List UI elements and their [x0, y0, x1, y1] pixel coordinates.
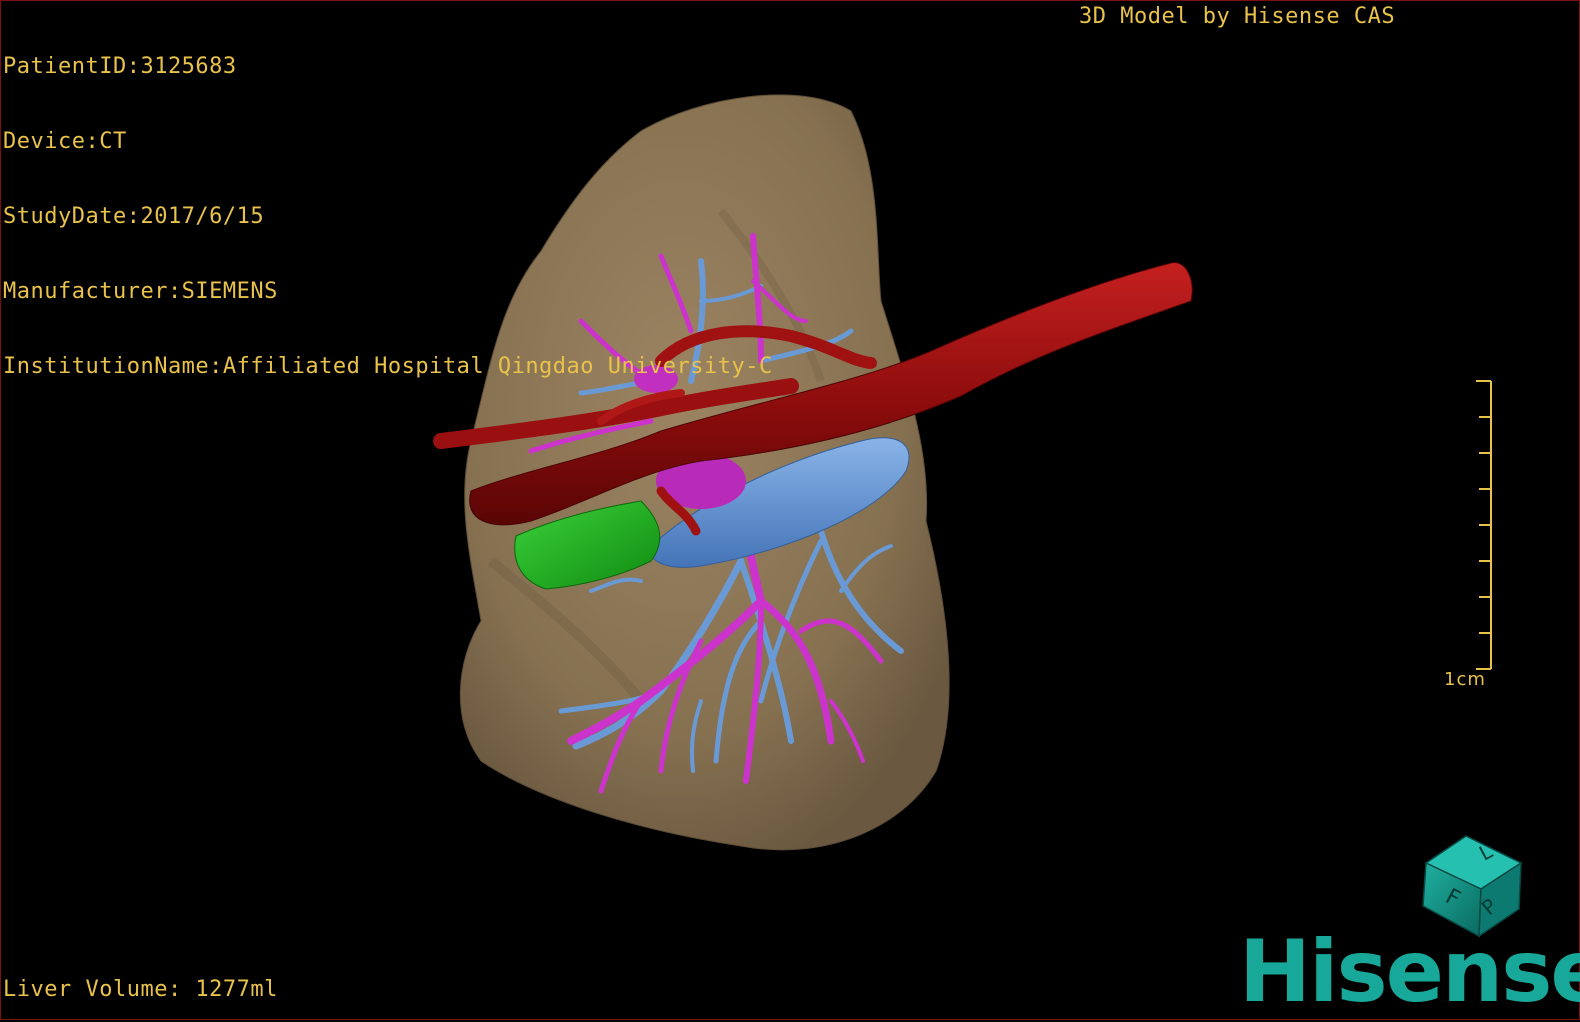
device-type: Device:CT — [3, 129, 127, 154]
orientation-cube-icon[interactable]: F L P — [1422, 835, 1523, 938]
liver-volume-readout: Liver Volume: 1277ml — [3, 977, 278, 1002]
scale-bar — [1476, 380, 1492, 670]
patient-id: PatientID:3125683 — [3, 54, 237, 79]
study-date: StudyDate:2017/6/15 — [3, 204, 265, 229]
institution-name: InstitutionName:Affiliated Hospital Qing… — [3, 354, 773, 379]
model-brand-title: 3D Model by Hisense CAS — [1079, 4, 1396, 29]
manufacturer: Manufacturer:SIEMENS — [3, 279, 278, 304]
patient-info-block: PatientID:3125683 Device:CT StudyDate:20… — [3, 4, 773, 429]
3d-viewport[interactable]: F L P PatientID:3125683 Device:CT StudyD… — [0, 0, 1580, 1020]
scale-bar-label: 1cm — [1444, 669, 1486, 690]
hisense-logo: Hisense — [1239, 922, 1580, 1022]
